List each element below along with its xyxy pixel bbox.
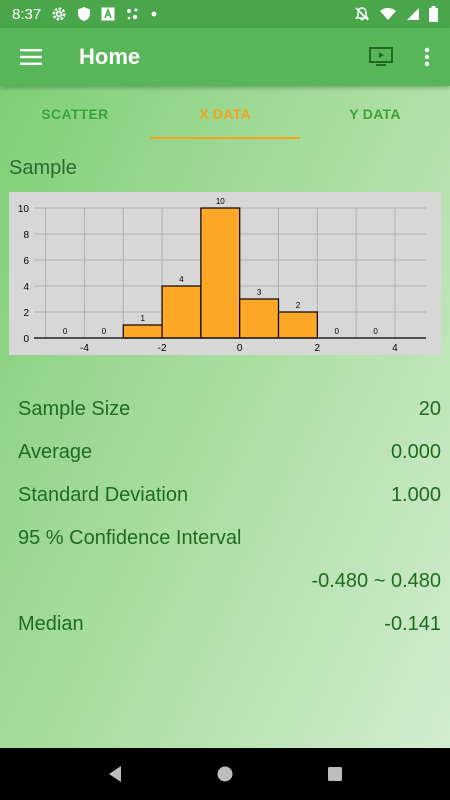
histogram-svg: 0 2 4 6 8 10 0 0 1 4 10 3 2 0 0 -4 -2 0 2 4 <box>18 197 426 354</box>
std-label: Standard Deviation <box>18 484 189 506</box>
main-content: SCATTER X DATA Y DATA Sample 0 2 4 6 8 10 0 0 1 4… <box>0 86 450 748</box>
gear-icon <box>51 6 67 22</box>
bar-value-label: 0 <box>63 327 68 336</box>
signal-icon <box>406 7 420 21</box>
average-value: 0.000 <box>390 441 441 463</box>
bar-value-label: 3 <box>257 288 262 297</box>
y-tick-label: 2 <box>23 308 29 319</box>
histogram-bar <box>200 207 241 339</box>
status-time: 8:37 <box>12 5 42 23</box>
tab-y-data[interactable]: Y DATA <box>300 86 450 142</box>
stat-std: Standard Deviation 1.000 <box>18 474 441 517</box>
histogram-bar <box>239 298 280 339</box>
sample-size-label: Sample Size <box>18 398 131 420</box>
bar-value-label: 0 <box>373 327 378 336</box>
stat-ci: 95 % Confidence Interval <box>18 517 441 560</box>
bar-value-label: 0 <box>102 327 107 336</box>
wifi-icon <box>379 7 397 21</box>
ci-value: -0.480 ~ 0.480 <box>311 570 441 592</box>
histogram-chart: 0 2 4 6 8 10 0 0 1 4 10 3 2 0 0 -4 -2 0 2 4 <box>9 192 441 355</box>
histogram-bar <box>122 324 163 339</box>
tab-bar: SCATTER X DATA Y DATA <box>0 86 450 142</box>
stat-median: Median -0.141 <box>18 603 441 646</box>
dot-icon <box>151 11 157 17</box>
histogram-bar <box>277 311 318 339</box>
x-tick-label: -4 <box>80 343 89 354</box>
y-tick-label: 8 <box>23 230 29 241</box>
assistant-dots-icon <box>125 7 141 21</box>
recents-icon[interactable] <box>315 754 355 794</box>
bar-value-label: 2 <box>296 301 301 310</box>
x-tick-label: 0 <box>237 343 243 354</box>
section-title: Sample <box>9 157 77 179</box>
bar-value-label: 0 <box>335 327 340 336</box>
notifications-off-icon <box>354 6 370 22</box>
y-tick-label: 10 <box>18 204 30 215</box>
back-icon[interactable] <box>95 754 135 794</box>
page-title: Home <box>79 44 141 69</box>
tab-indicator <box>150 137 300 139</box>
sample-size-value: 20 <box>418 398 441 420</box>
cast-screen-icon[interactable] <box>358 28 404 86</box>
stat-sample-size: Sample Size 20 <box>18 388 441 431</box>
hamburger-menu-icon[interactable] <box>0 28 62 86</box>
shield-icon <box>77 6 91 22</box>
font-app-icon <box>101 7 115 21</box>
app-bar: Home <box>0 28 450 86</box>
median-label: Median <box>18 613 84 635</box>
x-tick-label: 2 <box>315 343 321 354</box>
battery-icon <box>429 6 438 22</box>
stat-ci-value-row: -0.480 ~ 0.480 <box>18 560 441 603</box>
tab-x-data[interactable]: X DATA <box>150 86 300 142</box>
system-nav-bar <box>0 748 450 800</box>
stats-panel: Sample Size 20 Average 0.000 Standard De… <box>18 388 441 646</box>
stat-average: Average 0.000 <box>18 431 441 474</box>
home-icon[interactable] <box>205 754 245 794</box>
status-bar: 8:37 <box>0 0 450 28</box>
x-tick-label: 4 <box>392 343 398 354</box>
x-tick-label: -2 <box>158 343 167 354</box>
y-tick-label: 6 <box>23 256 29 267</box>
median-value: -0.141 <box>384 613 441 635</box>
std-value: 1.000 <box>390 484 441 506</box>
average-label: Average <box>18 441 93 463</box>
histogram-bar <box>161 285 202 339</box>
y-tick-label: 4 <box>23 282 29 293</box>
bar-value-label: 10 <box>216 197 225 206</box>
bar-value-label: 4 <box>179 275 184 284</box>
ci-label: 95 % Confidence Interval <box>18 527 242 549</box>
more-vert-icon[interactable] <box>404 28 450 86</box>
bar-value-label: 1 <box>140 314 145 323</box>
tab-scatter[interactable]: SCATTER <box>0 86 150 142</box>
y-tick-label: 0 <box>23 334 29 345</box>
